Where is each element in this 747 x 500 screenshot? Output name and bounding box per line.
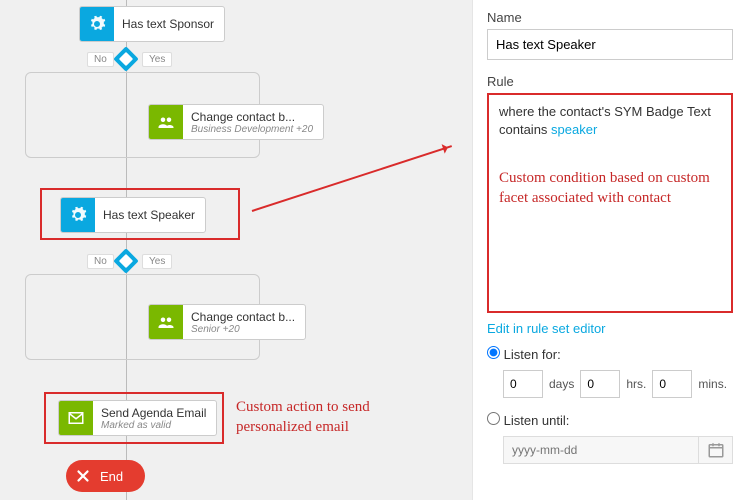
no-label: No [87, 254, 114, 269]
action-send-agenda-email[interactable]: Send Agenda Email Marked as valid [58, 400, 217, 436]
annotation-text: Custom condition based on custom facet a… [499, 169, 721, 208]
listen-until-label: Listen until: [504, 413, 570, 428]
listen-for-row[interactable]: Listen for: [487, 346, 733, 362]
listen-for-label: Listen for: [504, 347, 561, 362]
end-label: End [100, 469, 123, 484]
end-node[interactable]: End [66, 460, 145, 492]
rule-value-link[interactable]: speaker [551, 122, 597, 137]
calendar-icon[interactable] [699, 436, 733, 464]
date-row [503, 436, 733, 464]
email-icon [59, 401, 93, 435]
node-subtitle: Marked as valid [101, 420, 206, 431]
node-subtitle: Business Development +20 [191, 124, 313, 135]
yes-label: Yes [142, 52, 172, 67]
annotation-arrow [252, 145, 452, 212]
no-label: No [87, 52, 114, 67]
rule-text: where the contact's SYM Badge Text conta… [499, 104, 711, 137]
name-input[interactable] [487, 29, 733, 60]
node-title: Send Agenda Email [101, 406, 206, 420]
condition-speaker[interactable]: Has text Speaker [60, 197, 206, 233]
node-title: Has text Sponsor [122, 17, 214, 31]
rule-label: Rule [487, 74, 733, 89]
listen-until-row[interactable]: Listen until: [487, 412, 733, 428]
hrs-label: hrs. [626, 377, 646, 391]
properties-panel: Name Rule where the contact's SYM Badge … [472, 0, 747, 500]
action-change-contact-2[interactable]: Change contact b... Senior +20 [148, 304, 306, 340]
flow-canvas: Has text Sponsor No Yes Change contact b… [0, 0, 472, 500]
contacts-icon [149, 105, 183, 139]
yes-label: Yes [142, 254, 172, 269]
gear-icon [61, 198, 95, 232]
node-title: Has text Speaker [103, 208, 195, 222]
duration-row: days hrs. mins. [503, 370, 733, 398]
condition-sponsor[interactable]: Has text Sponsor [79, 6, 225, 42]
date-input[interactable] [503, 436, 699, 464]
node-title: Change contact b... [191, 110, 313, 124]
contacts-icon [149, 305, 183, 339]
action-change-contact-1[interactable]: Change contact b... Business Development… [148, 104, 324, 140]
mins-input[interactable] [652, 370, 692, 398]
listen-until-radio[interactable] [487, 412, 500, 425]
days-label: days [549, 377, 574, 391]
hrs-input[interactable] [580, 370, 620, 398]
rule-box[interactable]: where the contact's SYM Badge Text conta… [487, 93, 733, 313]
close-icon [66, 467, 100, 485]
days-input[interactable] [503, 370, 543, 398]
name-label: Name [487, 10, 733, 25]
node-title: Change contact b... [191, 310, 295, 324]
gear-icon [80, 7, 114, 41]
decision-diamond[interactable] [113, 46, 138, 71]
node-subtitle: Senior +20 [191, 324, 295, 335]
decision-diamond[interactable] [113, 248, 138, 273]
annotation-text: Custom action to send personalized email [236, 398, 416, 437]
listen-for-radio[interactable] [487, 346, 500, 359]
mins-label: mins. [698, 377, 727, 391]
edit-rule-link[interactable]: Edit in rule set editor [487, 321, 606, 336]
